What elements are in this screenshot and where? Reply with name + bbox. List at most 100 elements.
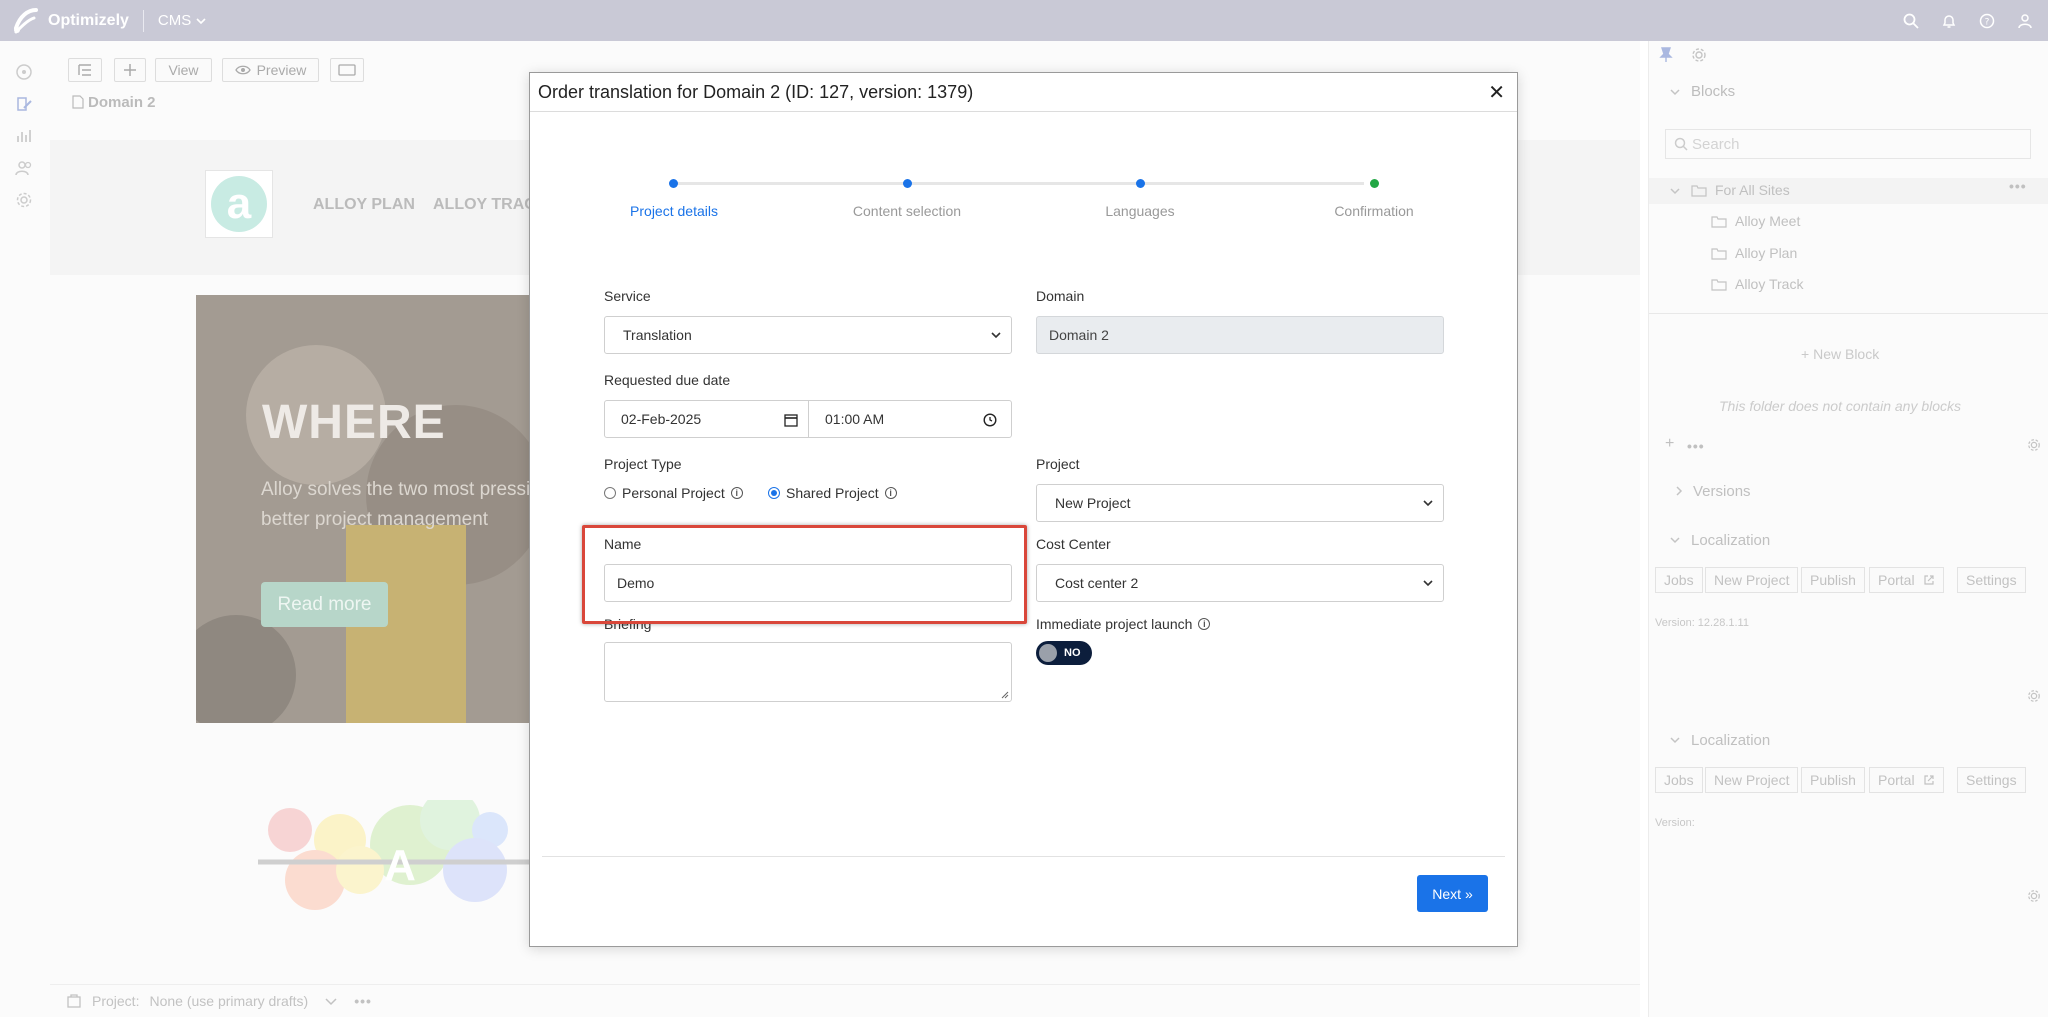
due-date-input[interactable]: 02-Feb-2025 [604, 400, 809, 438]
user-icon[interactable] [2016, 12, 2034, 30]
chevron-right-icon[interactable] [1673, 485, 1685, 497]
toggle-knob [1039, 644, 1057, 662]
add-icon[interactable]: + [1665, 435, 1674, 453]
portal-button[interactable]: Portal [1869, 567, 1944, 593]
site-nav-item: ALLOY TRAC [433, 196, 536, 213]
settings-button[interactable]: Settings [1957, 767, 2026, 793]
new-block-label: New Block [1813, 346, 1880, 362]
search-icon [1674, 137, 1688, 151]
bell-icon[interactable] [1940, 12, 1958, 30]
step-label-project-details[interactable]: Project details [604, 203, 744, 219]
resize-handle-icon[interactable] [1001, 691, 1009, 699]
preview-button[interactable]: Preview [222, 58, 319, 82]
step-label-confirmation[interactable]: Confirmation [1304, 203, 1444, 219]
page-tree-toggle-button[interactable] [68, 58, 102, 82]
gear-icon[interactable] [1691, 47, 1707, 63]
tree-icon [78, 64, 91, 76]
publish-button[interactable]: Publish [1801, 567, 1865, 593]
cost-center-select[interactable]: Cost center 2 [1036, 564, 1444, 602]
due-time-input[interactable]: 01:00 AM [808, 400, 1012, 438]
chevron-down-icon[interactable] [1669, 86, 1681, 98]
help-icon[interactable]: ? [1978, 12, 1996, 30]
chevron-down-icon[interactable] [1669, 185, 1681, 197]
left-navigation-rail [0, 41, 50, 1017]
close-icon[interactable]: ✕ [1488, 80, 1505, 105]
hero-text: Alloy solves the two most pressi better … [261, 475, 541, 535]
next-button[interactable]: Next » [1417, 875, 1488, 912]
service-value: Translation [623, 327, 692, 343]
briefing-textarea[interactable] [604, 642, 1012, 702]
clock-icon[interactable] [983, 413, 997, 427]
project-icon [67, 994, 81, 1008]
divider [530, 111, 1517, 112]
reports-icon[interactable] [15, 127, 35, 147]
page-title-text: Domain 2 [88, 94, 156, 111]
versions-section-title[interactable]: Versions [1693, 483, 1751, 500]
edit-content-icon[interactable] [15, 95, 35, 115]
new-block-button[interactable]: + New Block [1801, 346, 1879, 362]
radio-button[interactable] [604, 487, 616, 499]
gear-icon[interactable] [2027, 889, 2041, 903]
folder-icon [1711, 216, 1727, 228]
tree-item-label[interactable]: Alloy Track [1735, 276, 1803, 292]
info-icon[interactable]: i [1198, 618, 1211, 630]
tree-item-label[interactable]: Alloy Plan [1735, 245, 1797, 261]
step-label-languages[interactable]: Languages [1070, 203, 1210, 219]
product-switcher[interactable]: CMS [158, 12, 207, 29]
info-icon[interactable]: i [730, 487, 743, 499]
blocks-search-field[interactable]: Search [1665, 129, 2031, 159]
settings-button[interactable]: Settings [1957, 567, 2026, 593]
project-select[interactable]: New Project [1036, 484, 1444, 522]
chevron-down-icon[interactable] [1669, 734, 1681, 746]
calendar-icon[interactable] [784, 413, 798, 427]
jobs-button[interactable]: Jobs [1655, 767, 1703, 793]
radio-button-selected[interactable] [768, 487, 780, 499]
pin-icon[interactable] [1659, 47, 1673, 63]
dialog-title: Order translation for Domain 2 (ID: 127,… [538, 82, 974, 102]
localization-section-title[interactable]: Localization [1691, 532, 1770, 549]
project-bar-value[interactable]: None (use primary drafts) [149, 993, 308, 1009]
version-text: Version: 12.28.1.11 [1655, 617, 1749, 629]
version-text: Version: [1655, 817, 1695, 829]
radio-personal-project[interactable]: Personal Project i [604, 485, 743, 501]
step-label-content-selection[interactable]: Content selection [837, 203, 977, 219]
gear-icon[interactable] [2027, 689, 2041, 703]
jobs-button[interactable]: Jobs [1655, 567, 1703, 593]
settings-icon[interactable] [15, 191, 35, 211]
publish-button[interactable]: Publish [1801, 767, 1865, 793]
dashboard-icon[interactable] [15, 63, 35, 83]
device-preview-button[interactable] [330, 58, 364, 82]
new-project-button[interactable]: New Project [1705, 767, 1799, 793]
chevron-down-icon[interactable] [324, 994, 338, 1008]
users-icon[interactable] [15, 159, 35, 179]
add-button[interactable] [114, 58, 146, 82]
more-options-icon[interactable]: ••• [1687, 438, 1705, 454]
radio-shared-project[interactable]: Shared Project i [768, 485, 897, 501]
divider [142, 9, 144, 32]
view-button[interactable]: View [155, 58, 212, 82]
new-project-button[interactable]: New Project [1705, 567, 1799, 593]
site-nav-item: ALLOY PLAN [313, 196, 415, 213]
tree-item-label[interactable]: Alloy Meet [1735, 213, 1800, 229]
blocks-title[interactable]: Blocks [1691, 83, 1735, 100]
service-select[interactable]: Translation [604, 316, 1012, 354]
tree-item-label[interactable]: For All Sites [1715, 182, 1790, 198]
due-date-label: Requested due date [604, 372, 731, 388]
portal-button[interactable]: Portal [1869, 767, 1944, 793]
name-input[interactable]: Demo [604, 564, 1012, 602]
gear-icon[interactable] [2027, 438, 2041, 452]
info-icon[interactable]: i [884, 487, 897, 499]
localization-section-title[interactable]: Localization [1691, 732, 1770, 749]
optimizely-logo-icon[interactable] [8, 4, 42, 38]
more-options-icon[interactable]: ••• [2009, 178, 2027, 194]
search-placeholder: Search [1692, 135, 1740, 153]
immediate-launch-toggle[interactable]: NO [1036, 641, 1092, 665]
top-navigation-bar: Optimizely CMS ? [0, 0, 2048, 41]
project-bar: Project: None (use primary drafts) ••• [50, 984, 1640, 1017]
search-icon[interactable] [1902, 12, 1920, 30]
stepper-track [674, 182, 1364, 185]
more-options-icon[interactable]: ••• [354, 993, 372, 1009]
chevron-down-icon[interactable] [1669, 534, 1681, 546]
due-date-value: 02-Feb-2025 [621, 411, 702, 427]
tree-row-selected[interactable] [1649, 178, 2048, 204]
